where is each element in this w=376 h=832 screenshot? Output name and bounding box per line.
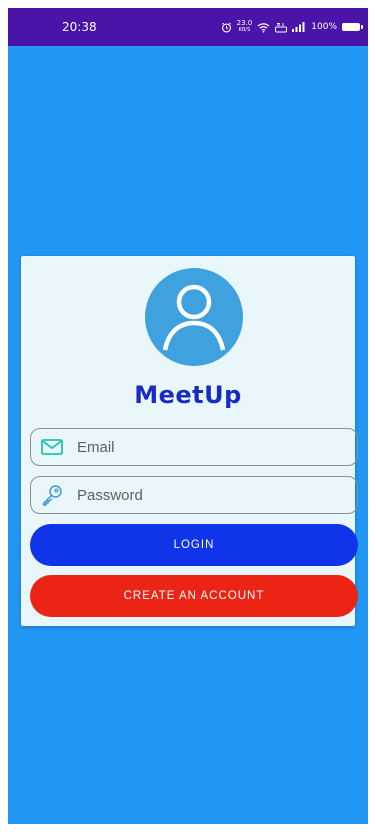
key-icon <box>39 482 65 508</box>
battery-percent: 100% <box>311 22 337 32</box>
volte-icon <box>275 22 288 33</box>
app-screen: 20:38 23.0 KB/S 100% MeetUp Email LOGIN … <box>8 8 368 824</box>
alarm-icon <box>221 22 232 33</box>
app-title: MeetUp <box>134 381 242 409</box>
battery-icon <box>342 23 363 31</box>
password-input[interactable] <box>77 486 327 504</box>
envelope-icon <box>39 434 65 460</box>
status-bar: 20:38 23.0 KB/S 100% <box>8 8 368 46</box>
login-card: MeetUp LOGIN CREATE AN ACCOUNT <box>21 256 358 626</box>
network-speed-unit: KB/S <box>238 27 251 33</box>
create-account-button[interactable]: CREATE AN ACCOUNT <box>30 575 358 617</box>
user-avatar-icon <box>145 268 243 366</box>
status-time: 20:38 <box>62 20 97 34</box>
network-speed-value: 23.0 <box>236 19 253 27</box>
status-icons: 23.0 KB/S 100% <box>221 20 363 34</box>
email-input[interactable] <box>77 438 327 456</box>
network-speed: 23.0 KB/S <box>237 20 253 34</box>
signal-icon <box>292 22 306 32</box>
login-button[interactable]: LOGIN <box>30 524 358 566</box>
wifi-icon <box>257 22 270 33</box>
password-field[interactable] <box>30 476 358 514</box>
email-field[interactable] <box>30 428 358 466</box>
